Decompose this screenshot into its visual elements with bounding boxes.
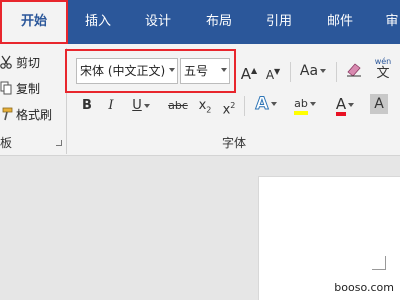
font-name-value: 宋体 (中文正文) (80, 64, 166, 78)
highlight-label: ab (294, 97, 308, 110)
shrink-font-label: A (265, 68, 275, 82)
page-corner-marker (372, 256, 386, 270)
phonetic-guide-icon: 文 (376, 66, 390, 81)
underline-label: U (132, 98, 142, 113)
scissors-icon (0, 55, 13, 69)
format-painter-button[interactable]: 格式刷 (0, 104, 52, 124)
toolbar-divider (290, 62, 291, 82)
tab-layout[interactable]: 布局 (190, 0, 248, 44)
tab-mailings[interactable]: 邮件 (310, 0, 370, 44)
copy-button[interactable]: 复制 (0, 78, 40, 98)
toolbar-divider (244, 96, 245, 116)
clipboard-dialog-launcher-icon[interactable] (56, 140, 62, 146)
text-effects-label: A (255, 94, 269, 115)
format-painter-label: 格式刷 (16, 107, 53, 122)
watermark-text: booso.com (334, 281, 394, 294)
highlighter-icon: ab (294, 97, 308, 115)
strikethrough-button[interactable]: abc (166, 96, 190, 116)
font-group-label: 字体 (222, 136, 247, 150)
chevron-down-icon[interactable] (348, 102, 355, 107)
change-case-label: Aa (299, 63, 319, 79)
chevron-down-icon[interactable] (309, 102, 316, 106)
font-color-icon: A (335, 95, 347, 116)
font-name-select[interactable]: 宋体 (中文正文) (76, 58, 178, 84)
font-color-label: A (335, 95, 347, 113)
text-effects-button[interactable]: A (252, 94, 280, 115)
subscript-button[interactable]: x2 (196, 96, 214, 116)
grow-font-label: A (240, 65, 252, 83)
ribbon-body: 剪切 复制 格式刷 板 宋体 (中文正文) 五号 A▲ A▼ Aa wén 文 … (0, 44, 400, 156)
copy-label: 复制 (16, 81, 41, 96)
eraser-icon (345, 63, 363, 82)
clipboard-group-label: 板 (0, 136, 13, 150)
grow-font-button[interactable]: A▲ (240, 61, 258, 83)
document-canvas (0, 156, 400, 300)
paintbrush-icon (0, 107, 13, 121)
shrink-font-button[interactable]: A▼ (264, 62, 282, 82)
tab-design[interactable]: 设计 (128, 0, 188, 44)
character-shading-button[interactable]: A (370, 94, 388, 114)
cut-label: 剪切 (16, 55, 41, 70)
tab-review[interactable]: 审 (372, 0, 400, 44)
tab-insert[interactable]: 插入 (70, 0, 126, 44)
chevron-down-icon[interactable] (221, 68, 227, 72)
chevron-down-icon[interactable] (169, 68, 175, 72)
toolbar-divider (336, 62, 337, 82)
group-divider (66, 48, 67, 154)
chevron-down-icon[interactable] (320, 69, 327, 73)
font-size-select[interactable]: 五号 (180, 58, 230, 84)
italic-button[interactable]: I (104, 96, 118, 116)
underline-button[interactable]: U (128, 96, 154, 116)
bold-button[interactable]: B (80, 96, 94, 116)
chevron-down-icon[interactable] (143, 103, 150, 108)
chevron-down-icon[interactable] (270, 102, 277, 106)
tab-references[interactable]: 引用 (250, 0, 308, 44)
clear-formatting-button[interactable] (344, 60, 364, 80)
phonetic-guide-button[interactable]: wén 文 (370, 56, 396, 86)
text-highlight-button[interactable]: ab (290, 94, 320, 115)
superscript-index: 2 (230, 101, 236, 110)
ribbon-tab-bar: 开始 插入 设计 布局 引用 邮件 审 (0, 0, 400, 44)
font-color-button[interactable]: A (332, 94, 358, 116)
font-size-value: 五号 (184, 64, 209, 78)
superscript-button[interactable]: x2 (220, 96, 238, 117)
cut-button[interactable]: 剪切 (0, 52, 40, 72)
tab-home[interactable]: 开始 (0, 0, 68, 44)
subscript-index: 2 (206, 105, 212, 115)
change-case-button[interactable]: Aa (296, 61, 330, 81)
copy-icon (0, 81, 13, 95)
